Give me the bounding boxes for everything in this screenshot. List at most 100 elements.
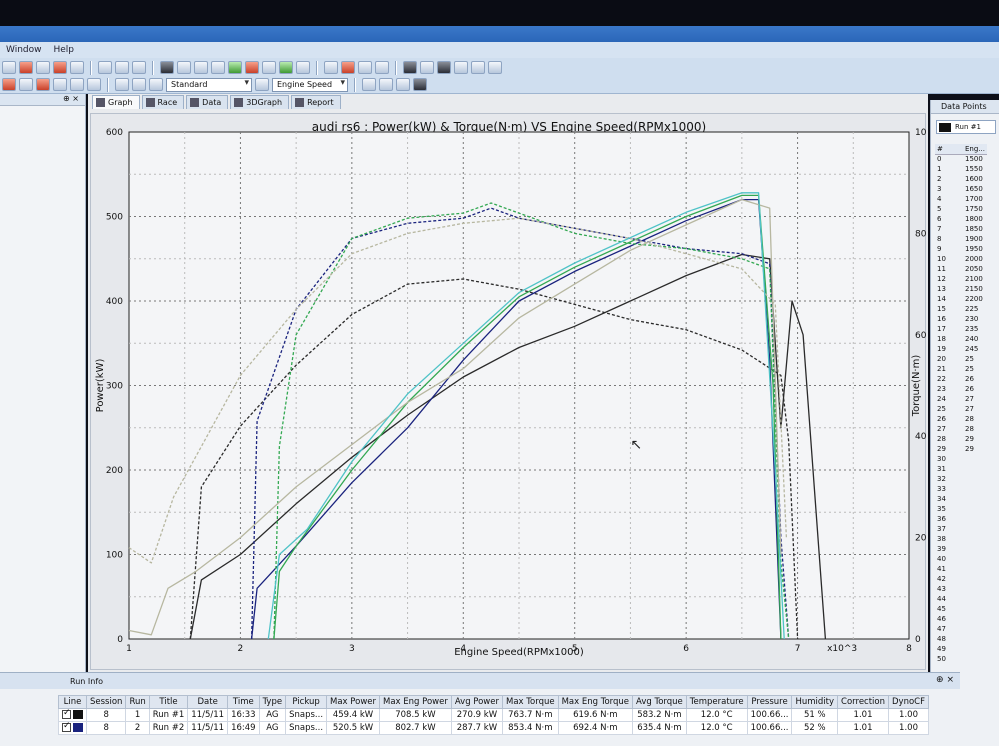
run-visible-checkbox[interactable] (62, 721, 71, 732)
run-info-col-run[interactable]: Run (125, 695, 150, 709)
run-info-col-pickup[interactable]: Pickup (285, 695, 328, 709)
data-point-row[interactable]: 29 29 (935, 444, 987, 454)
grid-icon[interactable] (132, 78, 146, 91)
save-icon[interactable] (36, 61, 50, 74)
data-point-row[interactable]: 4 1700 (935, 194, 987, 204)
filter-icon[interactable] (296, 61, 310, 74)
data-point-row[interactable]: 13 2150 (935, 284, 987, 294)
calculator-icon[interactable] (488, 61, 502, 74)
dp-col-index[interactable]: # (935, 144, 963, 155)
tab-data[interactable]: Data (186, 95, 229, 109)
run-list-icon[interactable] (19, 78, 33, 91)
run-icon[interactable] (279, 61, 293, 74)
run-line-color[interactable] (73, 723, 83, 732)
run-info-col-max-power[interactable]: Max Power (326, 695, 380, 709)
axis-select-icon[interactable] (255, 78, 269, 91)
run-info-col-correction[interactable]: Correction (837, 695, 890, 709)
data-point-row[interactable]: 50 (935, 654, 987, 664)
run-info-col-humidity[interactable]: Humidity (791, 695, 839, 709)
data-point-row[interactable]: 41 (935, 564, 987, 574)
data-point-row[interactable]: 23 26 (935, 384, 987, 394)
run-info-pin[interactable]: ⊕ × (936, 675, 954, 685)
tab-race[interactable]: Race (141, 95, 185, 109)
data-point-row[interactable]: 48 (935, 634, 987, 644)
run-info-col-max-torque[interactable]: Max Torque (502, 695, 559, 709)
run-info-col-date[interactable]: Date (187, 695, 229, 709)
run-line-cell[interactable] (58, 708, 87, 722)
graph-options-icon[interactable] (70, 78, 84, 91)
tab-graph[interactable]: Graph (92, 95, 140, 109)
funnel-icon[interactable] (375, 61, 389, 74)
data-point-row[interactable]: 32 (935, 474, 987, 484)
data-point-row[interactable]: 28 29 (935, 434, 987, 444)
formula-icon[interactable] (471, 61, 485, 74)
cursor-icon[interactable] (115, 61, 129, 74)
chart-icon[interactable] (228, 61, 242, 74)
run-info-col-max-eng-torque[interactable]: Max Eng Torque (557, 695, 634, 709)
function-icon[interactable] (454, 61, 468, 74)
data-point-row[interactable]: 3 1650 (935, 184, 987, 194)
data-point-row[interactable]: 10 2000 (935, 254, 987, 264)
left-pane-header[interactable]: ⊕ × (0, 94, 85, 106)
data-point-row[interactable]: 20 25 (935, 354, 987, 364)
data-point-row[interactable]: 12 2100 (935, 274, 987, 284)
data-point-row[interactable]: 34 (935, 494, 987, 504)
data-point-row[interactable]: 25 27 (935, 404, 987, 414)
run-info-row[interactable]: 81Run #111/5/1116:33AGSnaps...459.4 kW70… (58, 708, 930, 722)
data-point-row[interactable]: 38 (935, 534, 987, 544)
run-info-col-line[interactable]: Line (58, 695, 87, 709)
zoom-icon[interactable] (98, 61, 112, 74)
run-info-col-time[interactable]: Time (227, 695, 260, 709)
run-visible-checkbox[interactable] (62, 708, 71, 719)
gear-icon[interactable] (177, 61, 191, 74)
data-point-row[interactable]: 49 (935, 644, 987, 654)
cut-icon[interactable] (358, 61, 372, 74)
data-point-row[interactable]: 33 (935, 484, 987, 494)
data-point-row[interactable]: 6 1800 (935, 214, 987, 224)
tab-report[interactable]: Report (291, 95, 341, 109)
data-point-row[interactable]: 35 (935, 504, 987, 514)
x-axis-select[interactable]: Engine Speed (272, 77, 348, 92)
data-point-row[interactable]: 26 28 (935, 414, 987, 424)
data-point-row[interactable]: 15 225 (935, 304, 987, 314)
run-info-col-avg-power[interactable]: Avg Power (450, 695, 504, 709)
axis-icon[interactable] (87, 78, 101, 91)
data-point-row[interactable]: 9 1950 (935, 244, 987, 254)
run-info-col-dynocf[interactable]: DynoCF (888, 695, 930, 709)
run-info-row[interactable]: 82Run #211/5/1116:49AGSnaps...520.5 kW80… (58, 721, 930, 735)
data-point-row[interactable]: 5 1750 (935, 204, 987, 214)
export-icon[interactable] (70, 61, 84, 74)
tag-icon[interactable] (324, 61, 338, 74)
data-point-row[interactable]: 30 (935, 454, 987, 464)
chart-panel[interactable]: audi rs6 : Power(kW) & Torque(N·m) VS En… (90, 113, 927, 671)
data-point-row[interactable]: 36 (935, 514, 987, 524)
data-point-row[interactable]: 40 (935, 554, 987, 564)
data-point-row[interactable]: 14 2200 (935, 294, 987, 304)
data-point-row[interactable]: 42 (935, 574, 987, 584)
data-point-row[interactable]: 17 235 (935, 324, 987, 334)
dp-col-engine[interactable]: Eng... (963, 144, 987, 155)
document-icon[interactable] (53, 78, 67, 91)
monitor-icon[interactable] (403, 61, 417, 74)
data-point-row[interactable]: 1 1550 (935, 164, 987, 174)
layout-icon[interactable] (115, 78, 129, 91)
run-info-col-temperature[interactable]: Temperature (685, 695, 748, 709)
data-point-row[interactable]: 11 2050 (935, 264, 987, 274)
run-delete-icon[interactable] (36, 78, 50, 91)
data-point-row[interactable]: 39 (935, 544, 987, 554)
run-line-cell[interactable] (58, 721, 87, 735)
window-icon[interactable] (149, 78, 163, 91)
style-select[interactable]: Standard (166, 77, 252, 92)
data-point-row[interactable]: 8 1900 (935, 234, 987, 244)
step-forward-icon[interactable] (396, 78, 410, 91)
run-info-col-type[interactable]: Type (258, 695, 287, 709)
run-info-col-pressure[interactable]: Pressure (746, 695, 793, 709)
run-info-col-title[interactable]: Title (148, 695, 189, 709)
power-torque-chart[interactable]: 1234567801002003004005006000200400600800… (91, 114, 927, 671)
step-back-icon[interactable] (379, 78, 393, 91)
data-point-row[interactable]: 45 (935, 604, 987, 614)
data-point-row[interactable]: 22 26 (935, 374, 987, 384)
data-point-row[interactable]: 18 240 (935, 334, 987, 344)
run-start-icon[interactable] (2, 78, 16, 91)
settings-icon[interactable] (160, 61, 174, 74)
